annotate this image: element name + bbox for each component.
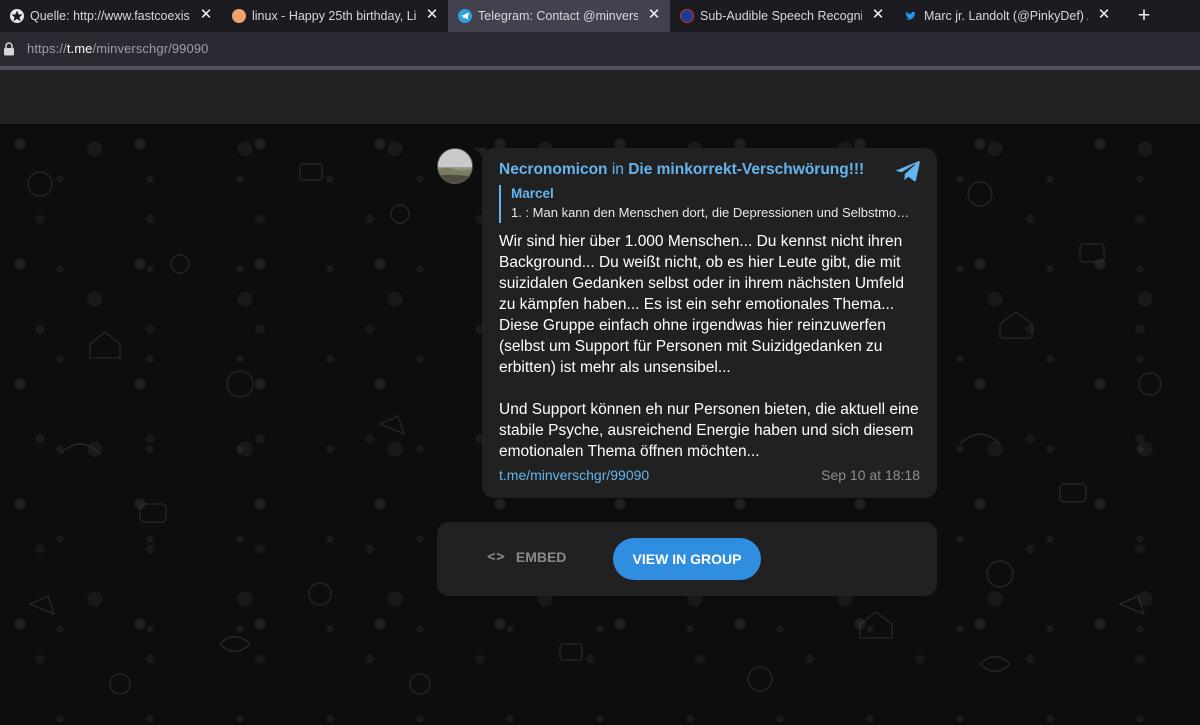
nasa-icon [680, 9, 694, 23]
tab-bar: Quelle: http://www.fastcoexist. ✕ linux … [0, 0, 1200, 32]
tab-title: linux - Happy 25th birthday, Lin [252, 9, 416, 23]
url-text[interactable]: https://t.me/minverschgr/99090 [27, 41, 209, 56]
author-avatar[interactable] [437, 148, 473, 184]
tab-title: Sub-Audible Speech Recognitio [700, 9, 862, 23]
tab-telegram[interactable]: Telegram: Contact @minversch ✕ [448, 0, 670, 32]
tab-title: Quelle: http://www.fastcoexist. [30, 9, 190, 23]
reply-author: Marcel [511, 186, 554, 201]
address-bar[interactable]: https://t.me/minverschgr/99090 [0, 32, 1200, 66]
message-paragraph: Wir sind hier über 1.000 Menschen... Du … [499, 233, 904, 376]
telegram-logo-icon [895, 159, 921, 183]
reply-text: 1. : Man kann den Menschen dort, die Dep… [511, 205, 913, 220]
url-path: /minverschgr/99090 [92, 41, 209, 56]
tab-fastcoexist[interactable]: Quelle: http://www.fastcoexist. ✕ [0, 0, 222, 32]
in-word: in [611, 161, 624, 178]
star-icon [10, 9, 24, 23]
new-tab-button[interactable]: + [1132, 0, 1156, 32]
url-host: t.me [66, 41, 93, 56]
code-icon: <> [487, 549, 506, 565]
twitter-icon [904, 9, 918, 23]
message-date: Sep 10 at 18:18 [821, 467, 920, 483]
page-header-band [0, 70, 1200, 124]
message-author-line: Necronomicon in Die minkorrekt-Verschwör… [499, 161, 864, 179]
tab-title: Marc jr. Landolt (@PinkyDef) / T [924, 9, 1088, 23]
tab-twitter[interactable]: Marc jr. Landolt (@PinkyDef) / T ✕ [894, 0, 1120, 32]
author-name[interactable]: Necronomicon [499, 161, 608, 178]
view-in-group-button[interactable]: VIEW IN GROUP [613, 538, 761, 580]
lock-icon [3, 42, 15, 56]
close-icon[interactable]: ✕ [1096, 6, 1112, 24]
message-text: Wir sind hier über 1.000 Menschen... Du … [499, 231, 924, 462]
close-icon[interactable]: ✕ [198, 6, 214, 24]
group-name[interactable]: Die minkorrekt-Verschwörung!!! [628, 161, 864, 178]
tab-title: Telegram: Contact @minversch [478, 9, 638, 23]
reply-quote[interactable]: Marcel 1. : Man kann den Menschen dort, … [499, 185, 913, 223]
close-icon[interactable]: ✕ [424, 6, 440, 24]
url-prefix: https:// [27, 41, 67, 56]
message-link[interactable]: t.me/minverschgr/99090 [499, 467, 649, 483]
telegram-icon [458, 9, 472, 23]
tab-linux[interactable]: linux - Happy 25th birthday, Lin ✕ [222, 0, 448, 32]
embed-button[interactable]: <> EMBED [487, 549, 566, 565]
message-bubble: Necronomicon in Die minkorrekt-Verschwör… [482, 148, 937, 498]
reddit-icon [232, 9, 246, 23]
message-paragraph: Und Support können eh nur Personen biete… [499, 401, 919, 460]
tab-nasa[interactable]: Sub-Audible Speech Recognitio ✕ [670, 0, 894, 32]
close-icon[interactable]: ✕ [646, 6, 662, 24]
action-panel: <> EMBED VIEW IN GROUP [437, 522, 937, 596]
embed-label: EMBED [515, 549, 567, 565]
close-icon[interactable]: ✕ [870, 6, 886, 24]
